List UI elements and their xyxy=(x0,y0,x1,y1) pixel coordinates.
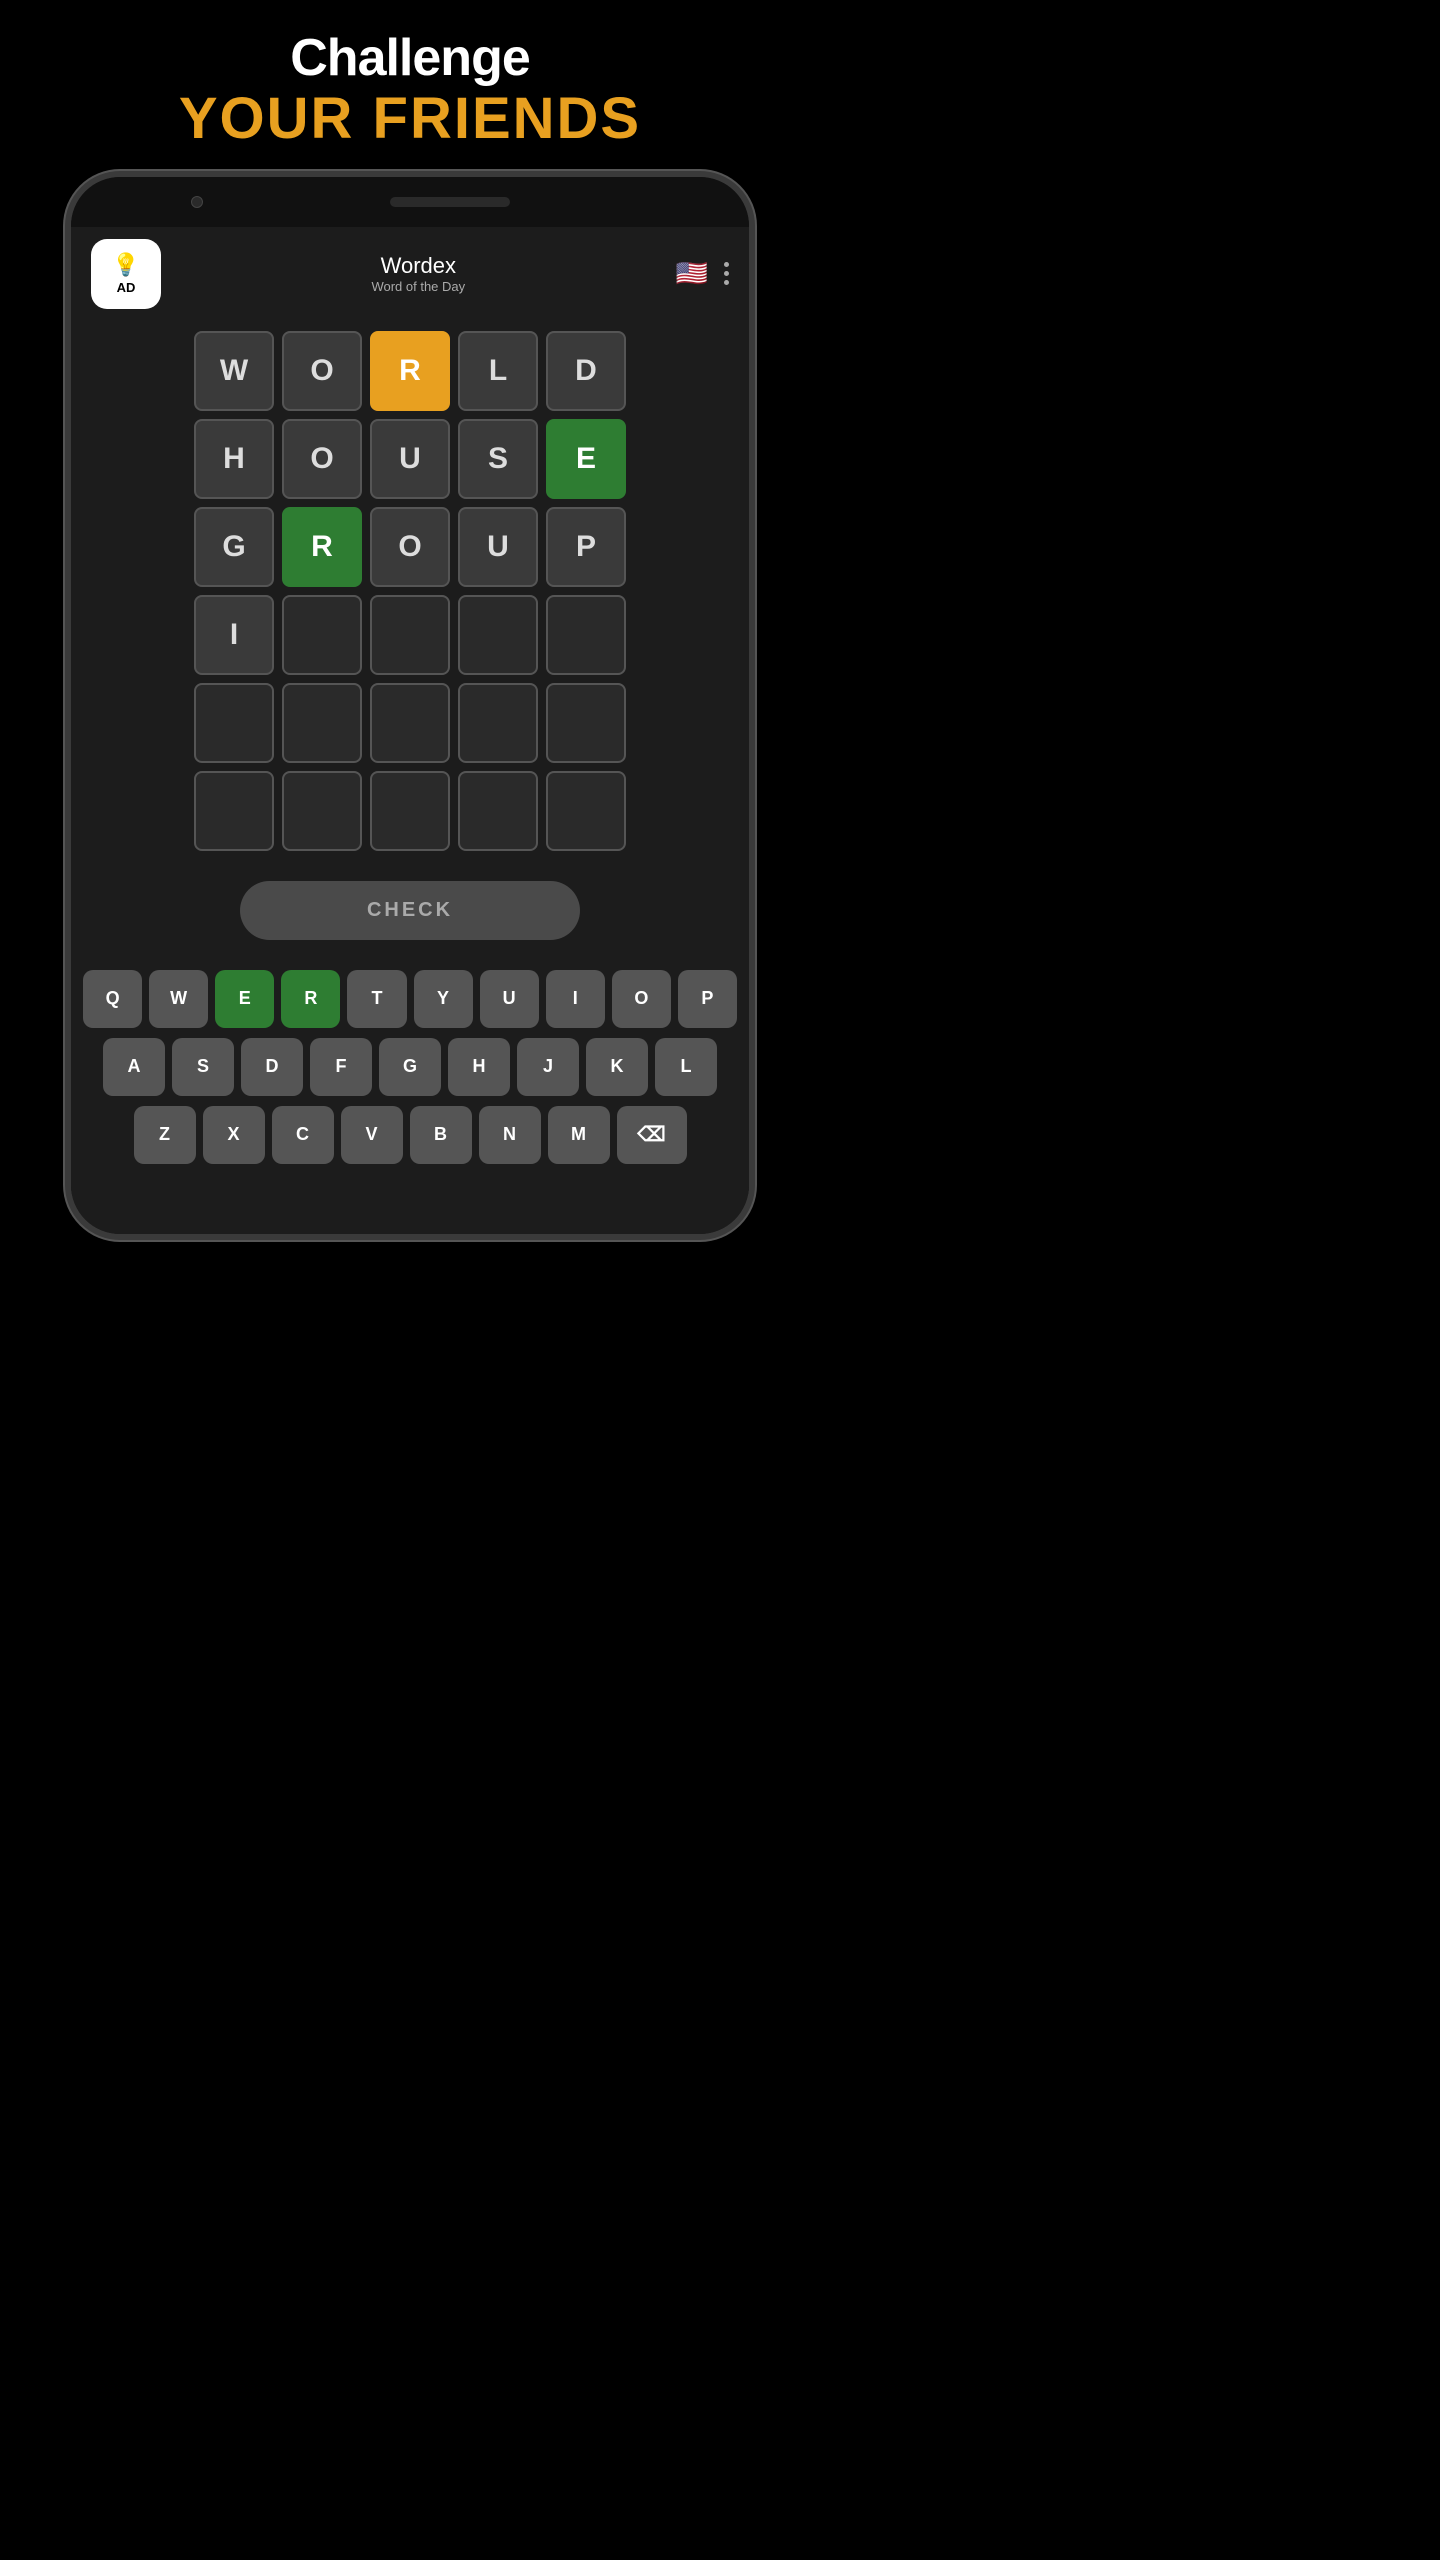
check-button[interactable]: CHECK xyxy=(240,881,580,940)
grid-cell xyxy=(458,595,538,675)
keyboard-key[interactable]: O xyxy=(612,970,671,1028)
grid-cell: U xyxy=(458,507,538,587)
app-subtitle: Word of the Day xyxy=(161,279,676,294)
grid-cell: R xyxy=(282,507,362,587)
app-header: 💡 AD Wordex Word of the Day 🇺🇸 xyxy=(71,227,749,321)
keyboard-key[interactable]: J xyxy=(517,1038,579,1096)
grid-row: I xyxy=(194,595,626,675)
phone-inner: 💡 AD Wordex Word of the Day 🇺🇸 WORLDHOUS… xyxy=(71,227,749,1214)
grid-cell: H xyxy=(194,419,274,499)
grid-cell xyxy=(282,683,362,763)
grid-cell xyxy=(370,595,450,675)
grid-cell xyxy=(282,771,362,851)
keyboard-key[interactable]: C xyxy=(272,1106,334,1164)
grid-cell: O xyxy=(370,507,450,587)
menu-icon[interactable] xyxy=(724,262,729,285)
keyboard-key[interactable]: Z xyxy=(134,1106,196,1164)
keyboard-key[interactable]: ⌫ xyxy=(617,1106,687,1164)
grid-cell xyxy=(194,771,274,851)
keyboard-key[interactable]: L xyxy=(655,1038,717,1096)
phone-frame: 💡 AD Wordex Word of the Day 🇺🇸 WORLDHOUS… xyxy=(65,171,755,1240)
keyboard-key[interactable]: X xyxy=(203,1106,265,1164)
keyboard-row: ASDFGHJKL xyxy=(83,1038,737,1096)
keyboard-key[interactable]: V xyxy=(341,1106,403,1164)
keyboard-key[interactable]: A xyxy=(103,1038,165,1096)
front-camera xyxy=(191,196,203,208)
flag-icon[interactable]: 🇺🇸 xyxy=(676,258,708,289)
grid-row: WORLD xyxy=(194,331,626,411)
grid-cell: D xyxy=(546,331,626,411)
grid-cell: W xyxy=(194,331,274,411)
grid-row: GROUP xyxy=(194,507,626,587)
grid-cell: G xyxy=(194,507,274,587)
challenge-title: Challenge xyxy=(20,30,800,87)
keyboard-key[interactable]: H xyxy=(448,1038,510,1096)
phone-notch xyxy=(71,177,749,227)
keyboard-key[interactable]: D xyxy=(241,1038,303,1096)
app-title-area: Wordex Word of the Day xyxy=(161,253,676,294)
keyboard-key[interactable]: R xyxy=(281,970,340,1028)
keyboard-key[interactable]: M xyxy=(548,1106,610,1164)
grid-cell: O xyxy=(282,331,362,411)
keyboard-key[interactable]: B xyxy=(410,1106,472,1164)
keyboard-key[interactable]: P xyxy=(678,970,737,1028)
keyboard-key[interactable]: Q xyxy=(83,970,142,1028)
grid-cell xyxy=(458,771,538,851)
grid-cell: O xyxy=(282,419,362,499)
grid-cell xyxy=(194,683,274,763)
grid-row: HOUSE xyxy=(194,419,626,499)
app-title: Wordex xyxy=(161,253,676,279)
keyboard-key[interactable]: T xyxy=(347,970,406,1028)
game-grid: WORLDHOUSEGROUPI xyxy=(71,321,749,861)
grid-row xyxy=(194,683,626,763)
keyboard-key[interactable]: N xyxy=(479,1106,541,1164)
keyboard-key[interactable]: I xyxy=(546,970,605,1028)
grid-cell xyxy=(370,771,450,851)
keyboard-key[interactable]: U xyxy=(480,970,539,1028)
keyboard-row: QWERTYUIOP xyxy=(83,970,737,1028)
grid-cell: P xyxy=(546,507,626,587)
grid-cell xyxy=(370,683,450,763)
grid-cell: U xyxy=(370,419,450,499)
your-friends-title: YOUR FRIENDS xyxy=(20,87,800,151)
keyboard-area: QWERTYUIOP ASDFGHJKL ZXCVBNM⌫ xyxy=(71,960,749,1194)
header-section: Challenge YOUR FRIENDS xyxy=(0,0,820,161)
grid-cell xyxy=(546,683,626,763)
ad-badge: 💡 AD xyxy=(91,239,161,309)
keyboard-key[interactable]: W xyxy=(149,970,208,1028)
keyboard-key[interactable]: E xyxy=(215,970,274,1028)
header-right: 🇺🇸 xyxy=(676,258,729,289)
phone-bottom xyxy=(71,1214,749,1234)
check-btn-area: CHECK xyxy=(71,861,749,960)
lightbulb-icon: 💡 xyxy=(112,252,139,278)
grid-cell xyxy=(282,595,362,675)
keyboard-key[interactable]: K xyxy=(586,1038,648,1096)
grid-cell: L xyxy=(458,331,538,411)
grid-cell xyxy=(458,683,538,763)
grid-cell: I xyxy=(194,595,274,675)
keyboard-row: ZXCVBNM⌫ xyxy=(83,1106,737,1164)
grid-cell: R xyxy=(370,331,450,411)
speaker xyxy=(390,197,510,207)
keyboard-key[interactable]: Y xyxy=(414,970,473,1028)
grid-row xyxy=(194,771,626,851)
grid-cell xyxy=(546,771,626,851)
grid-cell xyxy=(546,595,626,675)
ad-label: AD xyxy=(117,280,136,295)
keyboard-key[interactable]: F xyxy=(310,1038,372,1096)
grid-cell: E xyxy=(546,419,626,499)
keyboard-key[interactable]: S xyxy=(172,1038,234,1096)
grid-cell: S xyxy=(458,419,538,499)
keyboard-key[interactable]: G xyxy=(379,1038,441,1096)
